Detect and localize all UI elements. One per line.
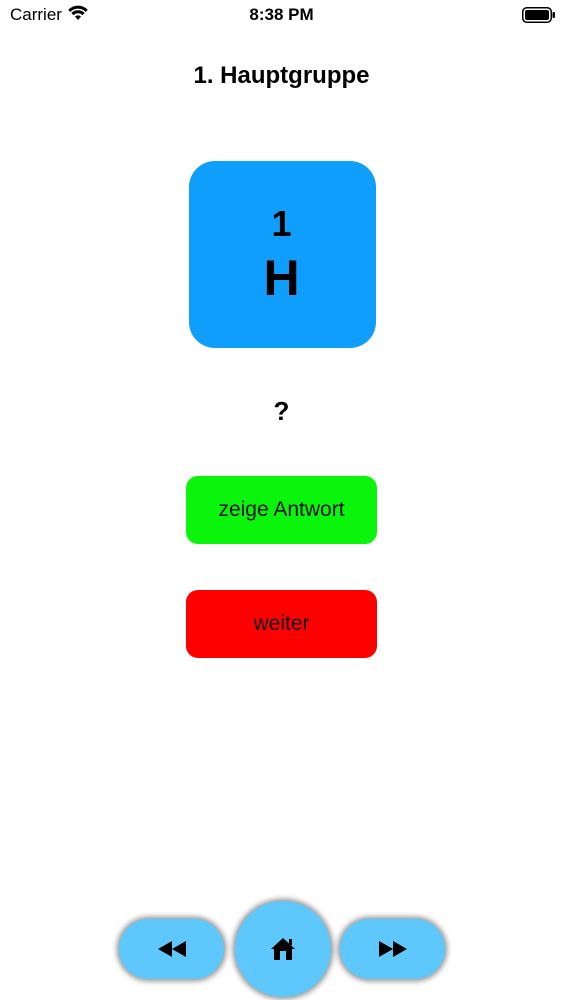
show-answer-button[interactable]: zeige Antwort	[186, 476, 377, 544]
status-bar: Carrier 8:38 PM	[0, 0, 563, 30]
question-mark: ?	[273, 396, 290, 426]
fast-forward-icon	[378, 941, 407, 957]
atomic-number: 1	[271, 203, 292, 244]
battery-icon	[522, 7, 555, 23]
forward-button[interactable]	[340, 919, 445, 979]
previous-button[interactable]	[119, 919, 224, 979]
clock: 8:38 PM	[249, 5, 314, 24]
page-title: 1. Hauptgruppe	[193, 62, 370, 89]
home-icon	[271, 938, 295, 960]
next-button[interactable]: weiter	[186, 590, 377, 658]
rewind-icon	[157, 941, 186, 957]
element-symbol: H	[263, 250, 300, 306]
home-button[interactable]	[235, 901, 331, 997]
